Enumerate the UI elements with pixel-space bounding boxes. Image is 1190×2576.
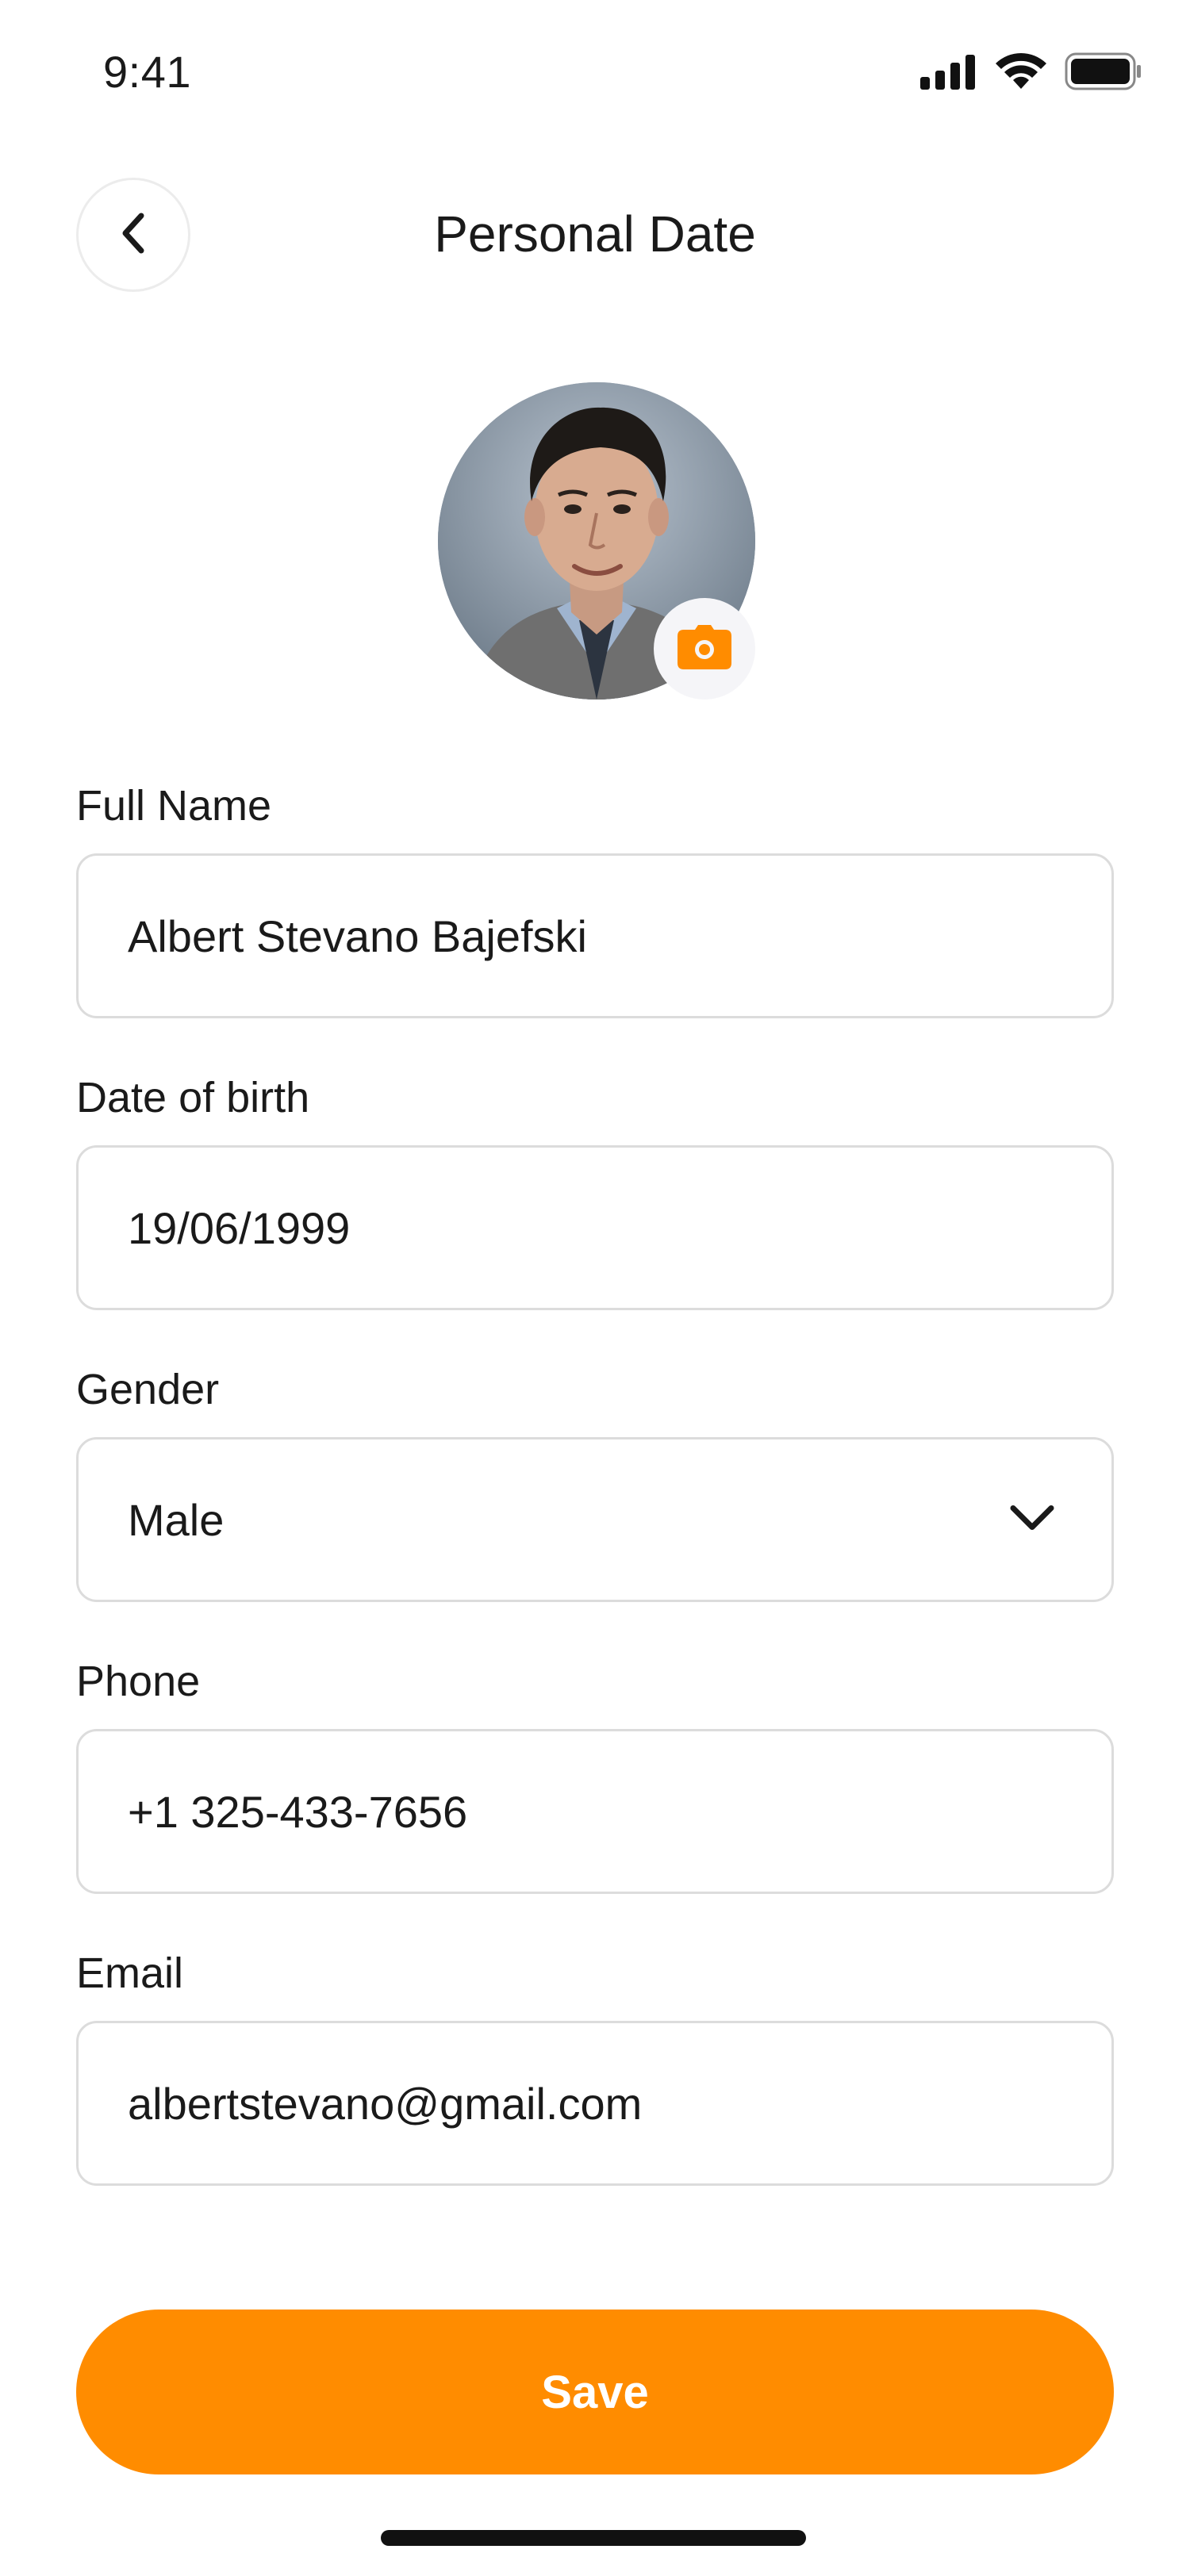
- phone-field[interactable]: +1 325-433-7656: [76, 1729, 1114, 1894]
- gender-select[interactable]: Male: [76, 1437, 1114, 1602]
- profile-photo: [438, 382, 755, 700]
- full-name-label: Full Name: [76, 782, 272, 830]
- status-time: 9:41: [103, 47, 191, 97]
- date-of-birth-field[interactable]: 19/06/1999: [76, 1145, 1114, 1310]
- home-indicator: [381, 2530, 806, 2546]
- full-name-field[interactable]: Albert Stevano Bajefski: [76, 853, 1114, 1018]
- phone-group: Phone +1 325-433-7656: [76, 1653, 1114, 1945]
- change-photo-button[interactable]: [654, 598, 755, 700]
- gender-label: Gender: [76, 1366, 220, 1413]
- gender-value: Male: [128, 1494, 225, 1545]
- status-icons: [920, 52, 1142, 94]
- email-label: Email: [76, 1949, 184, 1997]
- phone-label: Phone: [76, 1658, 201, 1705]
- phone-value: +1 325-433-7656: [128, 1786, 468, 1837]
- email-value: albertstevano@gmail.com: [128, 2078, 643, 2129]
- cellular-signal-icon: [920, 53, 977, 94]
- camera-icon: [678, 624, 731, 673]
- page-title: Personal Date: [434, 205, 756, 263]
- date-of-birth-value: 19/06/1999: [128, 1202, 351, 1253]
- date-of-birth-label: Date of birth: [76, 1074, 310, 1121]
- date-of-birth-group: Date of birth 19/06/1999: [76, 1069, 1114, 1361]
- battery-icon: [1065, 52, 1142, 94]
- email-group: Email albertstevano@gmail.com: [76, 1945, 1114, 2237]
- personal-data-form: Full Name Albert Stevano Bajefski Date o…: [76, 777, 1114, 2237]
- full-name-value: Albert Stevano Bajefski: [128, 910, 587, 961]
- gender-group: Gender Male: [76, 1361, 1114, 1653]
- save-button[interactable]: Save: [76, 2310, 1114, 2474]
- email-field[interactable]: albertstevano@gmail.com: [76, 2021, 1114, 2186]
- chevron-down-icon: [1008, 1504, 1056, 1536]
- header: Personal Date: [0, 174, 1190, 293]
- wifi-icon: [995, 52, 1047, 94]
- status-bar: 9:41: [0, 0, 1190, 151]
- full-name-group: Full Name Albert Stevano Bajefski: [76, 777, 1114, 1069]
